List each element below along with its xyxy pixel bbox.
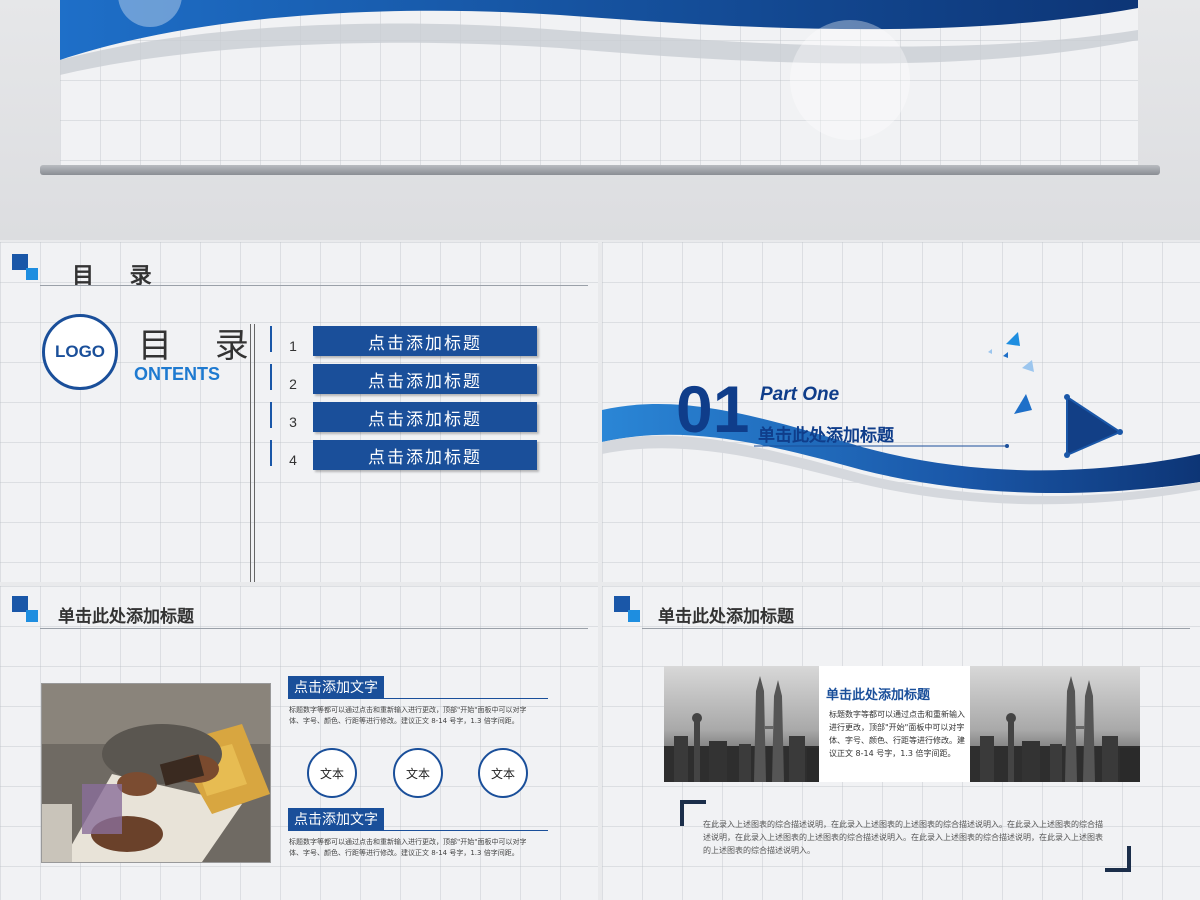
header-square-accent-icon: [26, 610, 38, 622]
toc-tick: [270, 326, 272, 352]
toc-item-2[interactable]: 点击添加标题: [313, 364, 537, 394]
section-label-top: 点击添加文字: [288, 676, 384, 698]
toc-tick: [270, 440, 272, 466]
toc-tick: [270, 364, 272, 390]
toc-item-1[interactable]: 点击添加标题: [313, 326, 537, 356]
city-photo-right: [970, 666, 1140, 782]
info-panel-title: 单击此处添加标题: [826, 688, 931, 703]
header-divider: [642, 628, 1190, 629]
city-skyline-illustration: [970, 676, 1140, 782]
section-number: 01: [676, 372, 750, 446]
top-slide-shelf: [40, 165, 1160, 175]
text-circle-2[interactable]: 文本: [393, 748, 443, 798]
section-part-label: Part One: [760, 384, 840, 405]
quote-bracket-close-icon: [1105, 846, 1131, 872]
toc-title: 目 录: [138, 326, 265, 366]
slide-header-title: 单击此处添加标题: [658, 607, 794, 627]
toc-item-4[interactable]: 点击添加标题: [313, 440, 537, 470]
body-text-bottom: 标题数字等都可以通过点击和重新输入进行更改，顶部"开始"面板中可以对字体、字号、…: [289, 838, 527, 857]
section-label-bottom: 点击添加文字: [288, 808, 384, 830]
text-circle-3[interactable]: 文本: [478, 748, 528, 798]
office-photo: [41, 683, 271, 863]
toc-subtitle: ONTENTS: [134, 364, 221, 384]
label-underline: [288, 830, 548, 831]
text-circle-1[interactable]: 文本: [307, 748, 357, 798]
toc-vertical-line: [250, 324, 251, 582]
header-square-accent-icon: [628, 610, 640, 622]
top-slide-preview: [0, 0, 1200, 240]
toc-number: 4: [289, 452, 297, 468]
toc-number: 2: [289, 376, 297, 392]
section-subtitle: 单击此处添加标题: [758, 426, 894, 446]
label-underline: [288, 698, 548, 699]
top-slide-canvas: [60, 0, 1138, 165]
toc-number: 3: [289, 414, 297, 430]
slide-header-title: 单击此处添加标题: [58, 607, 194, 627]
info-panel-text: 标题数字等都可以通过点击和重新输入进行更改，顶部"开始"面板中可以对字体、字号、…: [829, 710, 965, 758]
office-photo-illustration: [42, 684, 270, 862]
logo-badge: LOGO: [42, 314, 118, 390]
toc-number: 1: [289, 338, 297, 354]
body-text-top: 标题数字等都可以通过点击和重新输入进行更改，顶部"开始"面板中可以对字体、字号、…: [289, 706, 527, 725]
slide-contents[interactable]: 目 录 LOGO 目 录 ONTENTS 1 点击添加标题 2 点击添加标题 3…: [0, 242, 598, 582]
summary-text: 在此录入上述图表的综合描述说明，在此录入上述图表的上述图表的综合描述说明入。在此…: [703, 820, 1103, 855]
toc-vertical-line-2: [254, 324, 255, 582]
header-divider: [40, 285, 588, 286]
toc-item-3[interactable]: 点击添加标题: [313, 402, 537, 432]
city-skyline-illustration: [664, 676, 819, 782]
header-divider: [40, 628, 588, 629]
top-wave-decoration: [60, 0, 1138, 140]
toc-tick: [270, 402, 272, 428]
header-square-accent-icon: [26, 268, 38, 280]
city-photo-left: [664, 666, 819, 782]
